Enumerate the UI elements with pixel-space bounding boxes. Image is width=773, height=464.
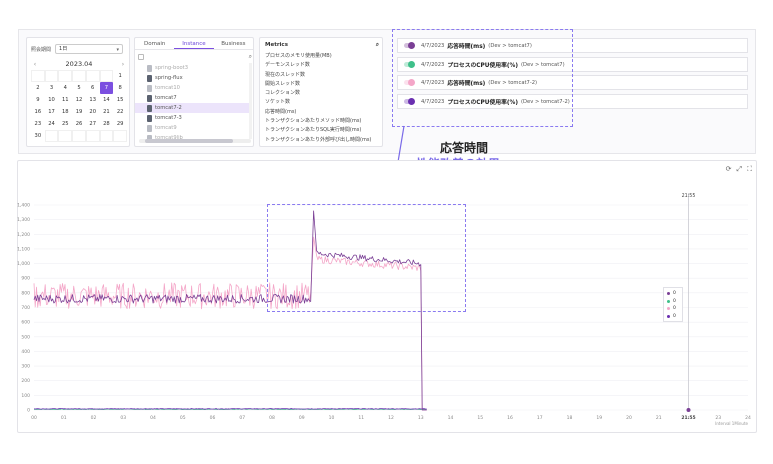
y-tick-label: 900 [21,276,30,282]
x-tick-label: 17 [537,415,543,421]
x-tick-label: 06 [210,415,216,421]
series-dot [667,307,670,311]
y-tick-label: 300 [21,364,30,370]
hover-time-label: 21:55 [682,193,696,199]
x-tick-label: 02 [91,415,97,421]
y-tick-label: 200 [21,378,30,384]
x-tick-label: 14 [448,415,454,421]
tooltip-row: 0 [667,298,682,306]
y-tick-label: 1,200 [17,232,30,238]
x-tick-label: 19 [596,415,602,421]
tooltip-row: 0 [667,313,682,321]
x-tick-label: 15 [477,415,483,421]
x-tick-label: 13 [418,415,424,421]
series-line [33,408,427,410]
x-tick-label: 07 [239,415,245,421]
x-tick-label: 20 [626,415,632,421]
x-tick-label: 01 [61,415,67,421]
y-tick-label: 400 [21,349,30,355]
x-tick-label: 09 [299,415,305,421]
y-tick-label: 800 [21,290,30,296]
tooltip-value: 0 [673,291,676,297]
y-tick-label: 1,400 [17,203,30,209]
tooltip-row: 0 [667,290,682,298]
tooltip-value: 0 [673,313,676,319]
y-tick-label: 700 [21,305,30,311]
x-tick-label: 11 [358,415,364,421]
y-tick-label: 100 [21,393,30,399]
tooltip-row: 0 [667,305,682,313]
x-tick-label: 00 [31,415,37,421]
series-dot [667,314,670,318]
x-tick-label: 03 [120,415,126,421]
x-tick-label: 21 [656,415,662,421]
hover-point [686,408,691,412]
x-tick-label: 18 [567,415,573,421]
series-dot [667,299,670,303]
x-tick-label: 05 [180,415,186,421]
chart-highlight-box [267,204,466,312]
y-tick-label: 1,300 [17,217,30,223]
x-axis-label: Interval 1Minute [715,421,748,426]
y-tick-label: 600 [21,320,30,326]
y-tick-label: 0 [27,408,30,414]
x-tick-label: 16 [507,415,513,421]
y-tick-label: 1,100 [17,246,30,252]
tooltip-value: 0 [673,306,676,312]
x-tick-label: 10 [329,415,335,421]
tooltip-value: 0 [673,298,676,304]
y-tick-label: 1,000 [17,261,30,267]
y-tick-label: 500 [21,334,30,340]
series-dot [667,292,670,296]
x-tick-label: 21:55 [681,415,695,421]
x-tick-label: 12 [388,415,394,421]
hover-tooltip: 0000 [663,287,683,322]
x-tick-label: 08 [269,415,275,421]
x-tick-label: 04 [150,415,156,421]
